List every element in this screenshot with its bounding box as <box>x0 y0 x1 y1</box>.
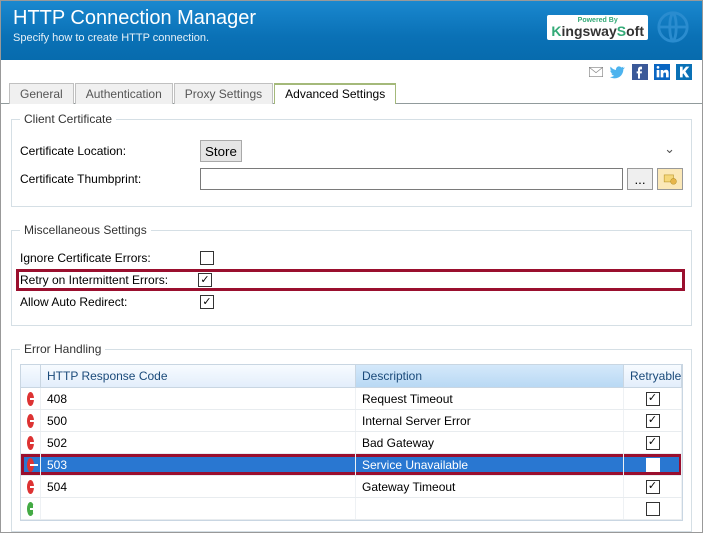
k-icon[interactable] <box>676 64 692 80</box>
cell-code[interactable] <box>41 498 356 519</box>
cell-code: 408 <box>41 388 356 409</box>
brand-area: Powered By KingswaySoft <box>547 10 690 44</box>
col-description[interactable]: Description <box>356 365 624 388</box>
auto-redirect-checkbox[interactable] <box>200 295 214 309</box>
retryable-checkbox[interactable] <box>646 414 660 428</box>
twitter-icon[interactable] <box>610 64 626 80</box>
cell-description <box>356 498 624 519</box>
linkedin-icon[interactable] <box>654 64 670 80</box>
col-icon[interactable] <box>21 365 41 388</box>
misc-settings-legend: Miscellaneous Settings <box>20 223 151 237</box>
certificate-icon <box>663 172 677 186</box>
col-http-code[interactable]: HTTP Response Code <box>41 365 356 388</box>
tab-proxy-settings[interactable]: Proxy Settings <box>174 83 273 104</box>
tab-authentication[interactable]: Authentication <box>75 83 173 104</box>
delete-row-icon[interactable] <box>27 436 34 450</box>
social-bar <box>1 60 702 84</box>
delete-row-icon[interactable] <box>27 414 34 428</box>
globe-icon <box>656 10 690 44</box>
error-grid: HTTP Response Code Description Retryable… <box>20 364 683 521</box>
table-row[interactable]: 504Gateway Timeout <box>21 476 682 498</box>
retryable-checkbox[interactable] <box>646 502 660 516</box>
retry-intermittent-checkbox[interactable] <box>198 273 212 287</box>
cell-description: Bad Gateway <box>356 432 624 453</box>
cell-description: Service Unavailable <box>356 454 624 475</box>
ignore-cert-checkbox[interactable] <box>200 251 214 265</box>
retryable-checkbox[interactable] <box>646 458 660 472</box>
table-row[interactable]: 408Request Timeout <box>21 388 682 410</box>
misc-settings-group: Miscellaneous Settings Ignore Certificat… <box>11 223 692 326</box>
cert-clear-button[interactable] <box>657 168 683 190</box>
cell-code: 503 <box>41 454 356 475</box>
table-row[interactable]: 500Internal Server Error <box>21 410 682 432</box>
cell-code: 504 <box>41 476 356 497</box>
error-grid-header: HTTP Response Code Description Retryable <box>21 365 682 388</box>
cert-thumbprint-label: Certificate Thumbprint: <box>20 172 200 186</box>
tab-advanced-settings[interactable]: Advanced Settings <box>274 83 396 104</box>
col-retryable[interactable]: Retryable <box>624 365 682 388</box>
error-handling-group: Error Handling HTTP Response Code Descri… <box>11 342 692 532</box>
ignore-cert-label: Ignore Certificate Errors: <box>20 251 200 265</box>
tab-general[interactable]: General <box>9 83 74 104</box>
cert-location-select[interactable]: Store <box>200 140 242 162</box>
error-handling-legend: Error Handling <box>20 342 105 356</box>
retryable-checkbox[interactable] <box>646 480 660 494</box>
dialog-header: HTTP Connection Manager Specify how to c… <box>1 1 702 60</box>
table-row[interactable]: 503Service Unavailable <box>21 454 682 476</box>
delete-row-icon[interactable] <box>27 392 34 406</box>
retry-intermittent-label: Retry on Intermittent Errors: <box>18 273 198 287</box>
table-row[interactable]: 502Bad Gateway <box>21 432 682 454</box>
facebook-icon[interactable] <box>632 64 648 80</box>
retryable-checkbox[interactable] <box>646 392 660 406</box>
cert-browse-button[interactable]: ... <box>627 168 653 190</box>
tab-panel: Client Certificate Certificate Location:… <box>1 104 702 540</box>
brand-logo: Powered By KingswaySoft <box>547 15 648 40</box>
tab-bar: General Authentication Proxy Settings Ad… <box>1 82 702 104</box>
client-certificate-group: Client Certificate Certificate Location:… <box>11 112 692 207</box>
auto-redirect-label: Allow Auto Redirect: <box>20 295 200 309</box>
cert-location-label: Certificate Location: <box>20 144 200 158</box>
client-certificate-legend: Client Certificate <box>20 112 116 126</box>
add-row-icon[interactable] <box>27 502 34 516</box>
delete-row-icon[interactable] <box>27 480 34 494</box>
retryable-checkbox[interactable] <box>646 436 660 450</box>
cert-thumbprint-input[interactable] <box>200 168 623 190</box>
mail-icon[interactable] <box>588 64 604 80</box>
delete-row-icon[interactable] <box>27 458 34 472</box>
cell-description: Gateway Timeout <box>356 476 624 497</box>
cell-code: 502 <box>41 432 356 453</box>
cell-description: Request Timeout <box>356 388 624 409</box>
add-row[interactable] <box>21 498 682 520</box>
cell-code: 500 <box>41 410 356 431</box>
cell-description: Internal Server Error <box>356 410 624 431</box>
